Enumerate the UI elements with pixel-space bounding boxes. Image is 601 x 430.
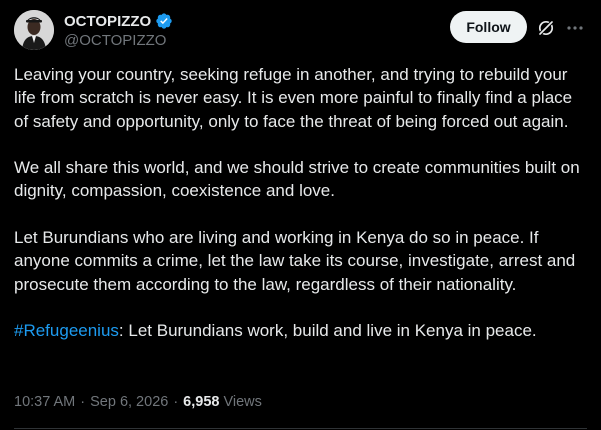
follow-button[interactable]: Follow bbox=[450, 11, 527, 43]
name-row: OCTOPIZZO bbox=[64, 11, 173, 31]
views-label: Views bbox=[223, 394, 262, 410]
avatar-portrait-icon bbox=[14, 10, 54, 50]
divider bbox=[14, 428, 587, 429]
views-count: 6,958 bbox=[183, 394, 220, 410]
hashtag-link[interactable]: #Refugeenius bbox=[14, 321, 119, 340]
tweet-paragraph: Let Burundians who are living and workin… bbox=[14, 228, 576, 294]
meta-separator: · bbox=[80, 394, 86, 410]
more-icon[interactable] bbox=[565, 18, 585, 38]
tweet-text: Leaving your country, seeking refuge in … bbox=[14, 63, 586, 366]
author-handle[interactable]: @OCTOPIZZO bbox=[64, 32, 173, 49]
avatar[interactable] bbox=[14, 10, 54, 50]
tweet-time[interactable]: 10:37 AM bbox=[14, 394, 75, 410]
tweet: OCTOPIZZO @OCTOPIZZO Follow Leaving your… bbox=[0, 0, 601, 430]
tweet-header: OCTOPIZZO @OCTOPIZZO Follow bbox=[14, 10, 587, 52]
tweet-paragraph: We all share this world, and we should s… bbox=[14, 158, 580, 201]
grok-icon[interactable] bbox=[536, 18, 556, 38]
tweet-meta: 10:37 AM · Sep 6, 2026 · 6,958 Views bbox=[14, 394, 262, 410]
meta-separator: · bbox=[173, 394, 179, 410]
author-names: OCTOPIZZO @OCTOPIZZO bbox=[64, 11, 173, 49]
verified-badge-icon[interactable] bbox=[155, 12, 173, 30]
author-display-name[interactable]: OCTOPIZZO bbox=[64, 13, 151, 30]
tweet-last-line-text: : Let Burundians work, build and live in… bbox=[118, 321, 537, 341]
tweet-paragraph-last: #Refugeenius: Let Burundians work, build… bbox=[14, 319, 586, 342]
tweet-date[interactable]: Sep 6, 2026 bbox=[90, 394, 168, 410]
tweet-paragraph: Leaving your country, seeking refuge in … bbox=[14, 65, 573, 131]
